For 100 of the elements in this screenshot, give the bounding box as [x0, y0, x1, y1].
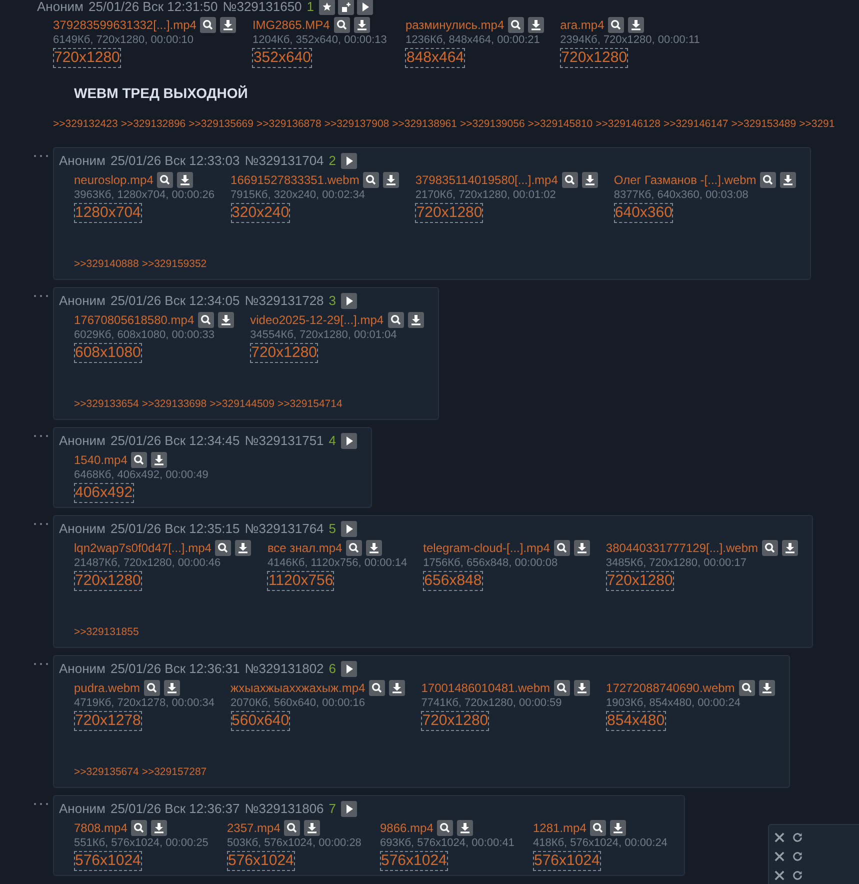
file-link[interactable]: 7808.mp4: [74, 820, 128, 836]
thumbnail-link[interactable]: 576x1024: [533, 851, 601, 871]
file-link[interactable]: 17001486010481.webm: [421, 680, 550, 696]
thumbnail-link[interactable]: 640x360: [614, 203, 674, 223]
search-icon[interactable]: [738, 680, 755, 696]
reply-link[interactable]: >>329135674: [74, 765, 139, 779]
post-number[interactable]: №329131751: [244, 433, 324, 449]
more-icon[interactable]: [33, 434, 49, 438]
reply-link[interactable]: >>329144509: [210, 397, 274, 411]
file-link[interactable]: 379283599631332[...].mp4: [53, 17, 196, 33]
thumbnail-link[interactable]: 854x480: [606, 711, 666, 731]
thumbnail-link[interactable]: 720x1280: [250, 343, 318, 363]
download-icon[interactable]: [218, 312, 234, 328]
thumbnail-link[interactable]: 720x1280: [74, 571, 142, 591]
download-icon[interactable]: [780, 172, 796, 188]
reply-link[interactable]: >>329157287: [142, 765, 207, 779]
download-icon[interactable]: [151, 452, 168, 468]
thumbnail-link[interactable]: 720x1278: [74, 711, 142, 731]
thumbnail-link[interactable]: 406x492: [74, 483, 134, 503]
refresh-icon[interactable]: [792, 851, 803, 862]
reply-link[interactable]: >>329159352: [142, 257, 207, 271]
reply-link[interactable]: >>329135669: [188, 117, 254, 131]
play-icon[interactable]: [357, 0, 374, 15]
more-icon[interactable]: [33, 802, 49, 806]
play-icon[interactable]: [341, 293, 358, 309]
file-link[interactable]: 1540.mp4: [74, 452, 128, 468]
thumbnail-link[interactable]: 720x1280: [560, 48, 628, 68]
search-icon[interactable]: [760, 172, 776, 188]
search-icon[interactable]: [508, 17, 524, 33]
post-number[interactable]: №329131728: [244, 293, 324, 309]
search-icon[interactable]: [369, 680, 386, 696]
download-icon[interactable]: [758, 680, 775, 696]
reply-link[interactable]: >>329146147: [663, 117, 728, 131]
download-icon[interactable]: [235, 540, 252, 556]
download-icon[interactable]: [457, 820, 474, 836]
search-icon[interactable]: [157, 172, 174, 188]
download-icon[interactable]: [366, 540, 382, 556]
thumbnail-link[interactable]: 720x1280: [606, 571, 674, 591]
file-link[interactable]: pudra.webm: [74, 680, 140, 696]
search-icon[interactable]: [284, 820, 300, 836]
file-link[interactable]: 9866.mp4: [380, 820, 434, 836]
search-icon[interactable]: [554, 680, 570, 696]
more-icon[interactable]: [33, 662, 49, 666]
thumbnail-link[interactable]: 720x1280: [415, 203, 484, 223]
more-icon[interactable]: [33, 294, 49, 298]
file-link[interactable]: жхыахжыаххжахыж.mp4: [230, 680, 366, 696]
file-link[interactable]: 380440331777129[...].webm: [606, 540, 758, 556]
search-icon[interactable]: [131, 452, 148, 468]
reply-link[interactable]: >>329136878: [256, 117, 322, 131]
thumbnail-link[interactable]: 560x640: [230, 711, 290, 731]
post-number[interactable]: №329131764: [244, 521, 324, 537]
reply-link[interactable]: >>329133698: [142, 397, 207, 411]
thumbnail-link[interactable]: 352x640: [252, 48, 312, 68]
post-number[interactable]: №329131650: [222, 0, 302, 14]
more-icon[interactable]: [33, 522, 49, 526]
thumbnail-link[interactable]: 576x1024: [380, 851, 448, 871]
search-icon[interactable]: [590, 820, 606, 836]
reply-link[interactable]: >>329138961: [392, 117, 457, 131]
play-icon[interactable]: [341, 801, 358, 817]
file-link[interactable]: 1281.mp4: [533, 820, 586, 836]
thumbnail-link[interactable]: 848x464: [405, 48, 466, 68]
file-link[interactable]: разминулись.mp4: [405, 17, 504, 33]
post-number[interactable]: №329131704: [244, 153, 324, 169]
reply-link[interactable]: >>329153489: [731, 117, 796, 131]
file-link[interactable]: Олег Газманов -[...].webm: [614, 172, 756, 188]
file-link[interactable]: 17272088740690.webm: [606, 680, 735, 696]
search-icon[interactable]: [437, 820, 454, 836]
file-link[interactable]: telegram-cloud-[...].mp4: [423, 540, 550, 556]
play-icon[interactable]: [341, 153, 358, 169]
download-icon[interactable]: [354, 17, 370, 33]
thumbnail-link[interactable]: 720x1280: [53, 48, 121, 68]
download-icon[interactable]: [574, 680, 590, 696]
search-icon[interactable]: [762, 540, 778, 556]
close-icon[interactable]: [774, 832, 785, 843]
reply-link[interactable]: >>3291: [799, 117, 835, 131]
post-number[interactable]: №329131802: [244, 661, 324, 677]
thumbnail-link[interactable]: 1120x756: [267, 571, 334, 591]
reply-link[interactable]: >>329145810: [528, 117, 593, 131]
search-icon[interactable]: [608, 17, 624, 33]
thumbnail-link[interactable]: 576x1024: [74, 851, 142, 871]
refresh-icon[interactable]: [792, 832, 803, 843]
thumbnail-link[interactable]: 608x1080: [74, 343, 142, 363]
search-icon[interactable]: [198, 312, 214, 328]
download-icon[interactable]: [304, 820, 320, 836]
download-icon[interactable]: [574, 540, 590, 556]
file-link[interactable]: все знал.mp4: [267, 540, 342, 556]
file-link[interactable]: 379835114019580[...].mp4: [415, 172, 558, 188]
download-icon[interactable]: [164, 680, 180, 696]
download-icon[interactable]: [628, 17, 644, 33]
download-icon[interactable]: [383, 172, 400, 188]
reply-link[interactable]: >>329146128: [596, 117, 660, 131]
square-plus-icon[interactable]: [338, 0, 354, 15]
close-icon[interactable]: [774, 870, 785, 881]
download-icon[interactable]: [782, 540, 798, 556]
download-icon[interactable]: [582, 172, 598, 188]
reply-link[interactable]: >>329131855: [74, 625, 139, 639]
reply-link[interactable]: >>329137908: [324, 117, 390, 131]
search-icon[interactable]: [144, 680, 160, 696]
thumbnail-link[interactable]: 576x1024: [227, 851, 295, 871]
reply-link[interactable]: >>329139056: [460, 117, 525, 131]
